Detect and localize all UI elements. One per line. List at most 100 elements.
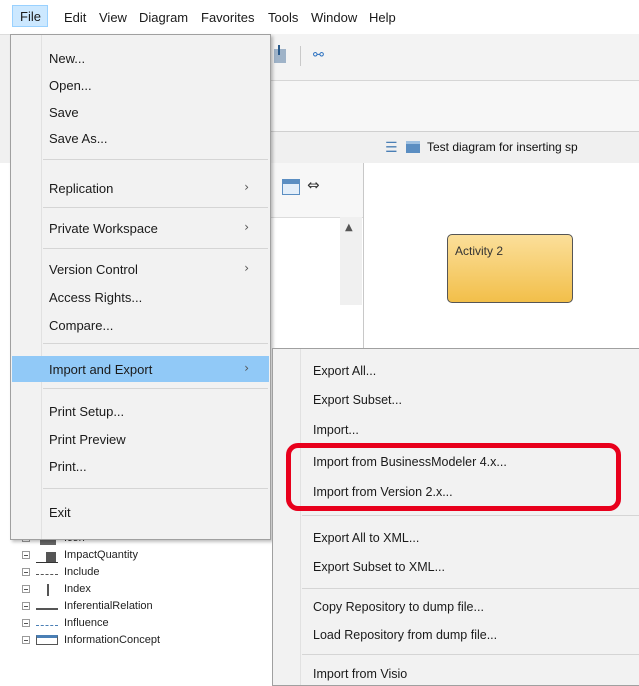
menu-favorites[interactable]: Favorites: [201, 10, 254, 25]
index-icon: [47, 584, 50, 596]
menu-item-label: Replication: [49, 181, 114, 196]
expand-icon[interactable]: [22, 568, 30, 576]
list-icon[interactable]: ☰: [385, 140, 398, 156]
menu-tools[interactable]: Tools: [268, 10, 298, 25]
menu-item-private-workspace[interactable]: Private Workspace ›: [12, 215, 269, 241]
activity-label: Activity 2: [455, 244, 504, 258]
menu-item-label: Print Setup...: [49, 404, 125, 419]
menu-separator: [43, 207, 268, 208]
menu-item-label: Compare...: [49, 318, 114, 333]
tree-item-label: Include: [64, 566, 100, 578]
menu-item-import-export[interactable]: Import and Export ›: [12, 356, 269, 382]
menu-item-label: Import and Export: [49, 362, 153, 377]
menu-item-save-as[interactable]: Save As...: [12, 125, 269, 151]
influence-icon: [36, 618, 58, 626]
diagram-icon: [406, 141, 420, 153]
toolbar-strip: [270, 81, 639, 132]
activity-shape[interactable]: Activity 2: [447, 234, 573, 303]
link-icon[interactable]: ⚯: [313, 48, 324, 63]
submenu-item-import[interactable]: Import...: [274, 418, 639, 442]
submenu-item-import-visio[interactable]: Import from Visio: [274, 662, 639, 686]
menu-item-label: New...: [49, 51, 86, 66]
submenu-arrow-icon: ›: [244, 180, 249, 194]
expand-arrows-icon[interactable]: ⇔: [307, 176, 320, 194]
menu-edit[interactable]: Edit: [64, 10, 86, 25]
submenu-arrow-icon: ›: [244, 261, 249, 275]
menu-item-label: Exit: [49, 505, 71, 520]
submenu-item-label: Copy Repository to dump file...: [313, 600, 484, 614]
expand-icon[interactable]: [22, 602, 30, 610]
menu-help[interactable]: Help: [369, 10, 396, 25]
menu-separator: [302, 515, 639, 516]
menu-item-new[interactable]: New...: [12, 45, 269, 71]
menu-diagram[interactable]: Diagram: [139, 10, 188, 25]
include-arrow-icon: [36, 567, 58, 575]
menu-separator: [302, 588, 639, 589]
expand-icon[interactable]: [22, 551, 30, 559]
menu-file[interactable]: File: [12, 5, 48, 27]
expand-icon[interactable]: [22, 636, 30, 644]
menu-item-label: Save As...: [49, 131, 108, 146]
submenu-item-label: Import...: [313, 423, 359, 437]
import-export-submenu: Export All... Export Subset... Import...…: [272, 348, 639, 686]
submenu-item-label: Export All to XML...: [313, 531, 420, 545]
submenu-item-export-all-xml[interactable]: Export All to XML...: [274, 526, 639, 550]
file-menu: New... Open... Save Save As... Replicati…: [10, 34, 271, 540]
expand-icon[interactable]: [22, 585, 30, 593]
information-concept-icon: [36, 635, 58, 645]
menu-item-access-rights[interactable]: Access Rights...: [12, 284, 269, 310]
highlight-annotation: [286, 443, 621, 511]
diagram-tab-row: ☰ Test diagram for inserting sp: [270, 132, 639, 164]
menu-item-exit[interactable]: Exit: [12, 499, 269, 525]
menu-item-label: Private Workspace: [49, 221, 158, 236]
submenu-item-export-subset[interactable]: Export Subset...: [274, 388, 639, 412]
menu-item-print-setup[interactable]: Print Setup...: [12, 398, 269, 424]
submenu-item-copy-repository[interactable]: Copy Repository to dump file...: [274, 595, 639, 619]
menu-item-label: Print...: [49, 459, 87, 474]
menu-separator: [43, 488, 268, 489]
explorer-scrollbar[interactable]: ▲: [340, 217, 362, 305]
menu-item-open[interactable]: Open...: [12, 72, 269, 98]
toolbar-separator: [300, 46, 301, 66]
submenu-item-export-all[interactable]: Export All...: [274, 359, 639, 383]
expand-icon[interactable]: [22, 619, 30, 627]
menu-item-save[interactable]: Save: [12, 99, 269, 125]
submenu-item-export-subset-xml[interactable]: Export Subset to XML...: [274, 555, 639, 579]
menu-item-print-preview[interactable]: Print Preview: [12, 426, 269, 452]
submenu-item-label: Export Subset...: [313, 393, 402, 407]
impact-quantity-icon: [36, 550, 58, 563]
toolbar: ⚯: [270, 34, 639, 81]
inferential-relation-icon: [36, 601, 58, 610]
submenu-item-label: Export All...: [313, 364, 377, 378]
menu-item-print[interactable]: Print...: [12, 453, 269, 479]
menu-separator: [302, 654, 639, 655]
menu-window[interactable]: Window: [311, 10, 357, 25]
menu-separator: [43, 388, 268, 389]
menu-separator: [43, 159, 268, 160]
menu-item-label: Access Rights...: [49, 290, 143, 305]
menu-view[interactable]: View: [99, 10, 127, 25]
calendar-icon[interactable]: [282, 179, 300, 195]
menu-item-version-control[interactable]: Version Control ›: [12, 256, 269, 282]
submenu-item-label: Import from Visio: [313, 667, 408, 681]
menu-separator: [43, 248, 268, 249]
menu-item-label: Save: [49, 105, 79, 120]
menu-separator: [43, 343, 268, 344]
submenu-item-label: Export Subset to XML...: [313, 560, 446, 574]
menu-item-replication[interactable]: Replication ›: [12, 175, 269, 201]
submenu-arrow-icon: ›: [244, 361, 249, 375]
menu-item-label: Open...: [49, 78, 92, 93]
diagram-tab-title[interactable]: Test diagram for inserting sp: [427, 140, 578, 154]
download-icon[interactable]: [270, 43, 296, 67]
tree-item-label: InformationConcept: [64, 634, 160, 646]
submenu-arrow-icon: ›: [244, 220, 249, 234]
menu-bar: File Edit View Diagram Favorites Tools W…: [0, 0, 639, 35]
submenu-item-load-repository[interactable]: Load Repository from dump file...: [274, 623, 639, 647]
explorer-toolbar: ⇔: [270, 163, 363, 218]
scroll-up-icon[interactable]: ▲: [345, 222, 353, 233]
menu-item-compare[interactable]: Compare...: [12, 312, 269, 338]
menu-item-label: Version Control: [49, 262, 138, 277]
submenu-item-label: Load Repository from dump file...: [313, 628, 498, 642]
tree-item-label: Index: [64, 583, 91, 595]
menu-item-label: Print Preview: [49, 432, 126, 447]
